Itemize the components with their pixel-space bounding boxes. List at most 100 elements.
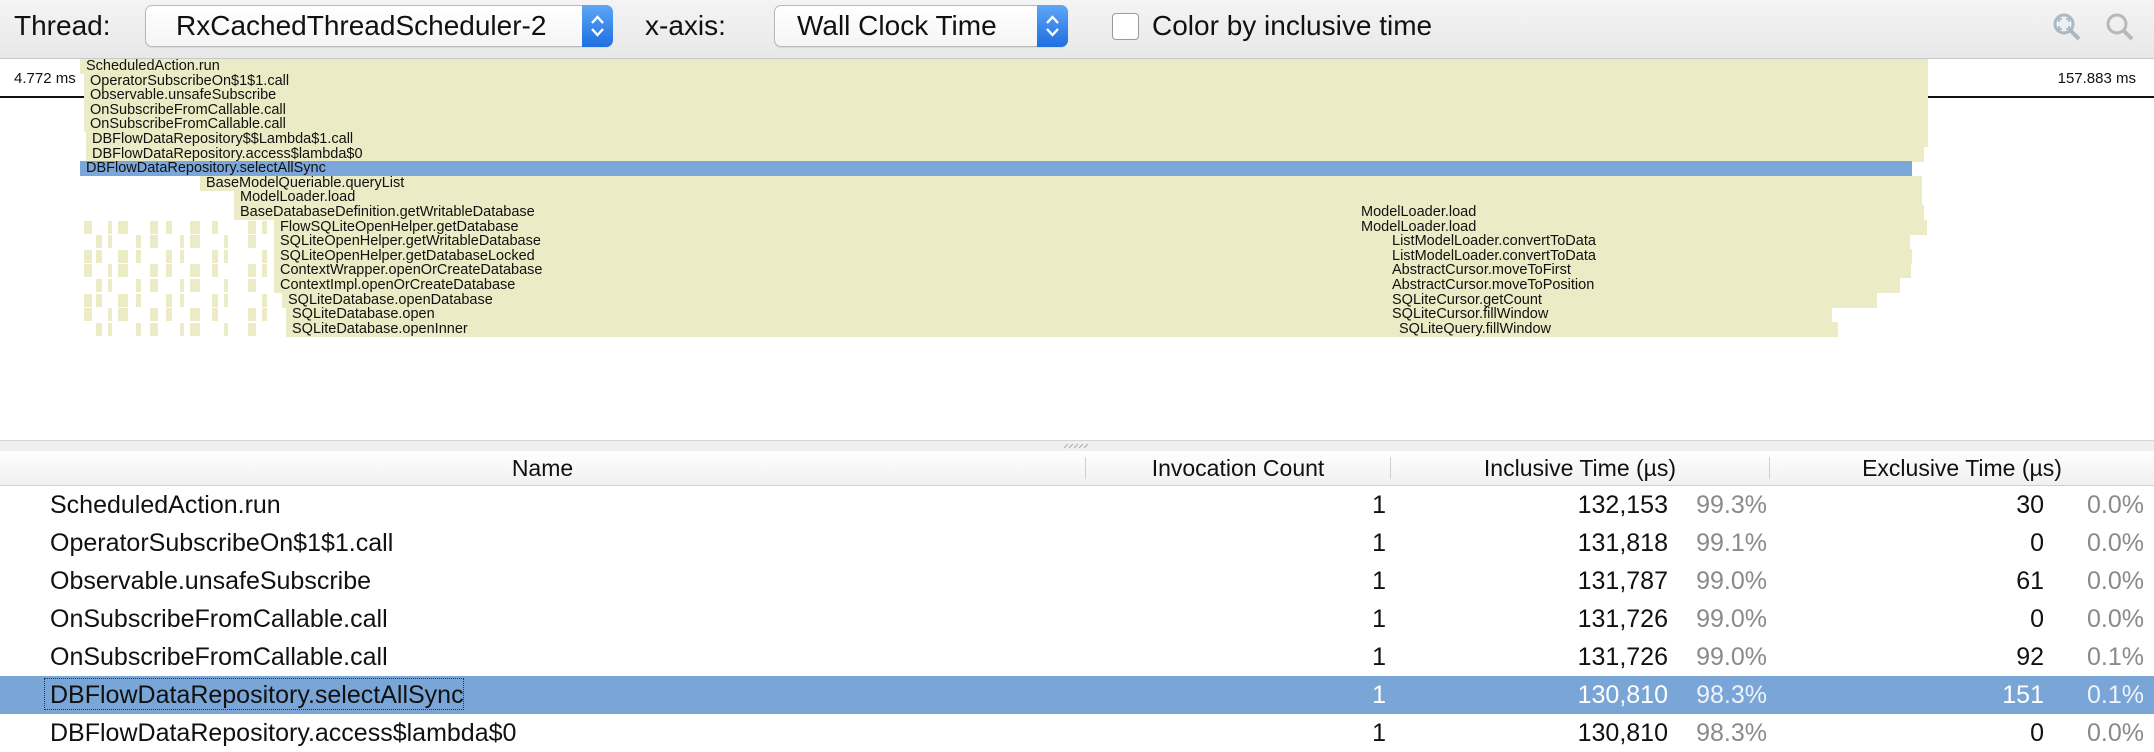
table-row[interactable]: ScheduledAction.run 1 132,153 99.3% 30 0.0% xyxy=(0,486,2154,524)
flame-fragment[interactable] xyxy=(150,308,158,322)
flame-frame[interactable]: DBFlowDataRepository.selectAllSync xyxy=(80,161,1912,177)
updown-chevron-icon[interactable] xyxy=(1037,5,1068,47)
flame-frame[interactable]: ModelLoader.load xyxy=(234,190,1922,206)
flame-frame[interactable]: ScheduledAction.run xyxy=(80,59,1928,74)
column-header-inclusive-time[interactable]: Inclusive Time (µs) xyxy=(1391,451,1769,485)
flame-frame[interactable]: BaseModelQueriable.queryList xyxy=(200,175,1922,191)
flame-frame-right[interactable]: ModelLoader.load xyxy=(1355,205,1855,220)
flame-fragment[interactable] xyxy=(96,249,102,263)
flame-fragment[interactable] xyxy=(136,235,141,249)
flame-chart[interactable]: 4.772 ms 157.883 ms ScheduledAction.run O… xyxy=(0,59,2154,440)
flame-fragment[interactable] xyxy=(212,293,218,307)
table-row[interactable]: OperatorSubscribeOn$1$1.call 1 131,818 99.1… xyxy=(0,524,2154,562)
flame-fragment[interactable] xyxy=(136,249,141,263)
flame-frame-right[interactable]: AbstractCursor.moveToFirst xyxy=(1386,263,1886,278)
flame-fragment[interactable] xyxy=(108,322,112,336)
flame-fragment[interactable] xyxy=(108,264,112,278)
flame-fragment[interactable] xyxy=(84,264,92,278)
flame-fragment[interactable] xyxy=(136,279,141,292)
flame-fragment[interactable] xyxy=(224,249,228,263)
flame-fragment[interactable] xyxy=(262,220,267,234)
flame-fragment[interactable] xyxy=(248,308,256,322)
flame-fragment[interactable] xyxy=(248,235,256,249)
flame-fragment[interactable] xyxy=(108,235,112,249)
flame-fragment[interactable] xyxy=(190,308,200,322)
flame-frame[interactable]: OnSubscribeFromCallable.call xyxy=(84,102,1928,118)
flame-fragment[interactable] xyxy=(118,308,128,322)
zoom-fit-icon[interactable] xyxy=(2052,12,2082,47)
flame-fragment[interactable] xyxy=(262,249,267,263)
flame-fragment[interactable] xyxy=(166,249,172,263)
flame-fragment[interactable] xyxy=(96,235,102,249)
column-header-invocation-count[interactable]: Invocation Count xyxy=(1086,451,1390,485)
flame-fragment[interactable] xyxy=(84,249,92,263)
table-row[interactable]: Observable.unsafeSubscribe 1 131,787 99.0% 6… xyxy=(0,562,2154,600)
flame-fragment[interactable] xyxy=(150,322,158,336)
flame-fragment[interactable] xyxy=(108,220,112,234)
color-by-inclusive-label[interactable]: Color by inclusive time xyxy=(1152,10,1432,42)
flame-fragment[interactable] xyxy=(84,308,92,322)
flame-fragment[interactable] xyxy=(150,279,158,292)
flame-frame-right[interactable]: AbstractCursor.moveToPosition xyxy=(1386,278,1886,293)
flame-fragment[interactable] xyxy=(166,293,172,307)
flame-frame-right[interactable]: ModelLoader.load xyxy=(1355,220,1855,235)
flame-fragment[interactable] xyxy=(166,264,172,278)
flame-frame[interactable]: DBFlowDataRepository.access$lambda$0 xyxy=(86,146,1924,162)
flame-fragment[interactable] xyxy=(190,264,200,278)
flame-fragment[interactable] xyxy=(180,293,184,307)
flame-fragment[interactable] xyxy=(136,293,141,307)
thread-select[interactable]: RxCachedThreadScheduler-2 xyxy=(145,5,613,47)
flame-fragment[interactable] xyxy=(212,249,218,263)
flame-fragment[interactable] xyxy=(136,322,141,336)
flame-frame[interactable]: OperatorSubscribeOn$1$1.call xyxy=(84,73,1928,89)
column-header-name[interactable]: Name xyxy=(0,451,1085,485)
column-header-exclusive-time[interactable]: Exclusive Time (µs) xyxy=(1770,451,2154,485)
xaxis-select[interactable]: Wall Clock Time xyxy=(774,5,1068,47)
flame-fragment[interactable] xyxy=(118,249,128,263)
flame-fragment[interactable] xyxy=(224,322,228,336)
flame-fragment[interactable] xyxy=(84,293,92,307)
flame-fragment[interactable] xyxy=(262,293,267,307)
flame-fragment[interactable] xyxy=(118,220,128,234)
table-row[interactable]: DBFlowDataRepository.selectAllSync 1 130,8… xyxy=(0,676,2154,714)
flame-frame[interactable]: DBFlowDataRepository$$Lambda$1.call xyxy=(86,132,1928,147)
flame-fragment[interactable] xyxy=(212,308,218,322)
flame-fragment[interactable] xyxy=(96,279,102,292)
flame-fragment[interactable] xyxy=(84,220,92,234)
flame-frame[interactable]: OnSubscribeFromCallable.call xyxy=(84,117,1928,133)
flame-fragment[interactable] xyxy=(96,293,102,307)
flame-fragment[interactable] xyxy=(166,308,172,322)
search-icon[interactable] xyxy=(2105,12,2135,47)
flame-fragment[interactable] xyxy=(262,264,267,278)
flame-fragment[interactable] xyxy=(248,220,256,234)
flame-fragment[interactable] xyxy=(180,279,184,292)
flame-fragment[interactable] xyxy=(190,220,200,234)
flame-fragment[interactable] xyxy=(118,293,128,307)
table-row[interactable]: DBFlowDataRepository.access$lambda$0 1 130… xyxy=(0,714,2154,752)
flame-frame[interactable]: Observable.unsafeSubscribe xyxy=(84,88,1928,104)
flame-frame-right[interactable]: SQLiteCursor.getCount xyxy=(1386,293,1886,308)
flame-fragment[interactable] xyxy=(96,322,102,336)
flame-fragment[interactable] xyxy=(224,293,228,307)
flame-frame-right[interactable]: ListModelLoader.convertToData xyxy=(1386,234,1886,249)
flame-fragment[interactable] xyxy=(118,264,128,278)
flame-fragment[interactable] xyxy=(224,279,228,292)
table-row[interactable]: OnSubscribeFromCallable.call 1 131,726 99.0… xyxy=(0,600,2154,638)
flame-fragment[interactable] xyxy=(150,264,158,278)
flame-fragment[interactable] xyxy=(190,235,200,249)
flame-frame-right[interactable]: SQLiteQuery.fillWindow xyxy=(1393,322,1893,337)
flame-fragment[interactable] xyxy=(180,235,184,249)
flame-fragment[interactable] xyxy=(248,264,256,278)
flame-fragment[interactable] xyxy=(108,279,112,292)
updown-chevron-icon[interactable] xyxy=(582,5,613,47)
flame-fragment[interactable] xyxy=(262,308,267,322)
flame-fragment[interactable] xyxy=(248,322,256,336)
flame-fragment[interactable] xyxy=(150,220,158,234)
table-row[interactable]: OnSubscribeFromCallable.call 1 131,726 99.0… xyxy=(0,638,2154,676)
flame-fragment[interactable] xyxy=(180,322,184,336)
color-by-inclusive-checkbox[interactable] xyxy=(1112,13,1139,40)
flame-fragment[interactable] xyxy=(212,220,218,234)
flame-fragment[interactable] xyxy=(224,235,228,249)
flame-frame-right[interactable]: ListModelLoader.convertToData xyxy=(1386,249,1886,264)
flame-frame-right[interactable]: SQLiteCursor.fillWindow xyxy=(1386,307,1886,322)
